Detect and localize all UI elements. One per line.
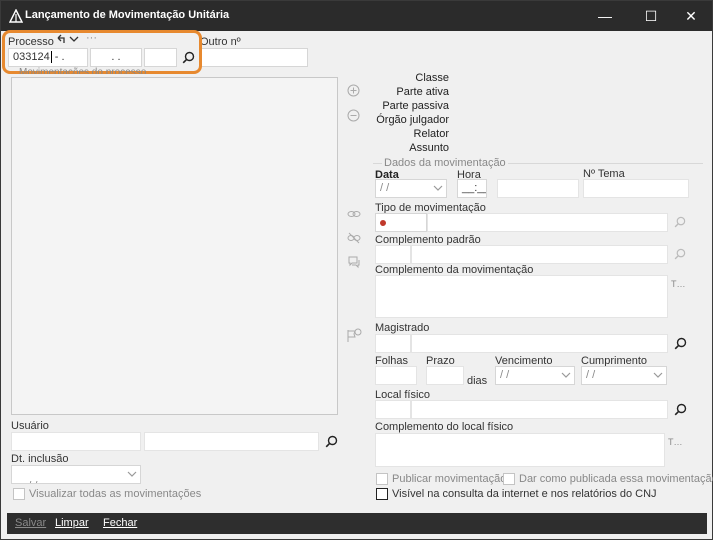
data-input[interactable]: / /: [375, 179, 447, 198]
usuario-code-input[interactable]: [11, 432, 141, 451]
complemento-local-textarea[interactable]: [375, 433, 665, 467]
prazo-input[interactable]: [426, 366, 464, 385]
dar-como-publicada-checkbox[interactable]: [503, 473, 515, 485]
vencimento-input[interactable]: / /: [495, 366, 575, 385]
local-fisico-code[interactable]: [375, 400, 411, 419]
undo-icon[interactable]: [55, 33, 67, 45]
visualizar-todas-label: Visualizar todas as movimentações: [29, 488, 202, 500]
app-logo-icon: [9, 9, 23, 23]
text-format-icon[interactable]: T…: [671, 279, 686, 289]
vencimento-value: / /: [500, 369, 510, 381]
limpar-button[interactable]: Limpar: [55, 517, 89, 529]
visivel-checkbox[interactable]: [376, 488, 388, 500]
dias-label: dias: [467, 375, 488, 387]
dt-inclusao-label: Dt. inclusão: [11, 453, 69, 465]
search-icon[interactable]: [182, 51, 195, 64]
parte-passiva-label: Parte passiva: [382, 100, 449, 112]
unlink-icon[interactable]: [347, 232, 361, 244]
processo-origin-input[interactable]: [144, 48, 177, 67]
hora-input[interactable]: __:__: [457, 179, 487, 198]
search-icon[interactable]: [674, 337, 687, 350]
complemento-movimentacao-textarea[interactable]: [375, 275, 668, 318]
magistrado-input[interactable]: [411, 334, 668, 353]
cumprimento-value: / /: [586, 369, 596, 381]
maximize-button[interactable]: ☐: [629, 1, 673, 31]
movimentacoes-list[interactable]: [11, 77, 338, 415]
add-movement-icon[interactable]: [347, 84, 360, 97]
required-dot: [380, 220, 386, 226]
magistrado-code[interactable]: [375, 334, 411, 353]
complemento-local-label: Complemento do local físico: [375, 421, 514, 433]
flag-info-icon[interactable]: [346, 328, 362, 344]
more-options-icon[interactable]: ···: [86, 32, 97, 44]
movimentacoes-label: Movimentações do processo: [19, 67, 147, 74]
publicar-label: Publicar movimentação: [392, 473, 507, 485]
dt-inclusao-value: / / : :: [28, 480, 56, 483]
search-icon[interactable]: [674, 248, 686, 260]
process-info-labels: Classe Parte ativa Parte passiva Órgão j…: [371, 71, 449, 169]
local-fisico-input[interactable]: [411, 400, 668, 419]
search-icon[interactable]: [674, 403, 687, 416]
orgao-julgador-label: Órgão julgador: [376, 114, 449, 126]
chevron-down-icon[interactable]: [69, 35, 79, 43]
comments-icon[interactable]: [347, 255, 361, 269]
complemento-padrao-code[interactable]: [375, 245, 411, 264]
chevron-down-icon[interactable]: [561, 369, 571, 381]
close-button[interactable]: ✕: [669, 1, 713, 31]
dt-inclusao-input[interactable]: / / : :: [11, 465, 141, 484]
usuario-label: Usuário: [11, 420, 49, 432]
processo-value: 033124: [13, 51, 50, 63]
outro-numero-label: Outro nº: [200, 36, 241, 48]
dados-section-title: Dados da movimentação: [382, 157, 508, 169]
fechar-button[interactable]: Fechar: [103, 517, 137, 529]
minimize-button[interactable]: —: [583, 1, 627, 31]
outro-numero-input[interactable]: [200, 48, 308, 67]
text-format-icon[interactable]: T…: [668, 437, 683, 447]
processo-year-input[interactable]: . .: [90, 48, 142, 67]
magistrado-label: Magistrado: [375, 322, 430, 334]
tema-input[interactable]: [583, 179, 689, 198]
footer-toolbar: Salvar Limpar Fechar: [7, 513, 707, 534]
cumprimento-input[interactable]: / /: [581, 366, 667, 385]
dar-como-publicada-label: Dar como publicada essa movimentação: [519, 473, 713, 485]
parte-ativa-label: Parte ativa: [396, 86, 449, 98]
chevron-down-icon[interactable]: [653, 369, 663, 381]
relator-label: Relator: [413, 128, 449, 140]
folhas-input[interactable]: [375, 366, 417, 385]
visualizar-todas-checkbox[interactable]: [13, 488, 25, 500]
processo-label: Processo: [8, 36, 54, 48]
classe-label: Classe: [415, 72, 449, 84]
main-window: Lançamento de Movimentação Unitária — ☐ …: [0, 0, 713, 540]
search-icon[interactable]: [674, 216, 686, 228]
search-icon[interactable]: [325, 435, 338, 448]
title-bar: Lançamento de Movimentação Unitária — ☐ …: [1, 1, 712, 31]
hora-extra-input[interactable]: [497, 179, 579, 198]
tipo-description-input[interactable]: [427, 213, 668, 232]
data-value: / /: [380, 182, 390, 194]
processo-number-input[interactable]: 033124 - .: [8, 48, 88, 67]
processo-suffix: - .: [54, 51, 65, 63]
complemento-padrao-input[interactable]: [411, 245, 668, 264]
chevron-down-icon[interactable]: [433, 182, 443, 194]
usuario-name-input[interactable]: [144, 432, 319, 451]
remove-movement-icon[interactable]: [347, 109, 360, 122]
link-icon[interactable]: [347, 208, 361, 220]
window-title: Lançamento de Movimentação Unitária: [25, 9, 230, 21]
visivel-label: Visível na consulta da internet e nos re…: [392, 488, 657, 500]
tipo-code-input[interactable]: [375, 213, 427, 232]
chevron-down-icon[interactable]: [127, 468, 137, 480]
salvar-button[interactable]: Salvar: [15, 517, 46, 529]
publicar-checkbox[interactable]: [376, 473, 388, 485]
